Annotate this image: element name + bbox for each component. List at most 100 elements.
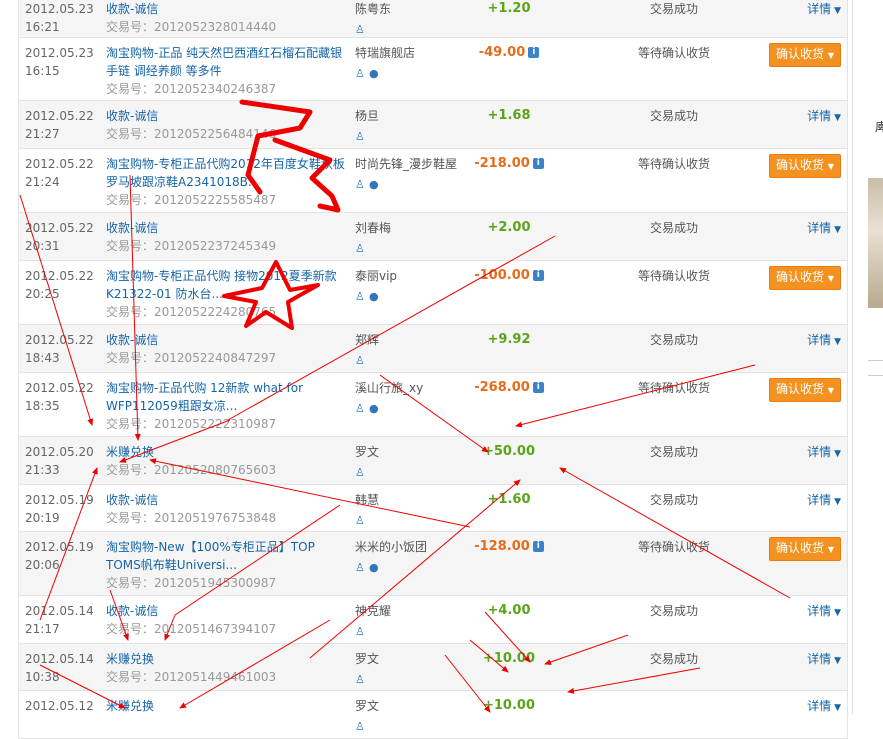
row-action: 详情 ▼	[807, 491, 841, 511]
row-party: 时尚先锋_漫步鞋屋 ♙ ●	[355, 155, 465, 193]
info-icon[interactable]: i	[532, 541, 544, 552]
confirm-receipt-button[interactable]: 确认收货 ▼	[769, 378, 841, 402]
details-link[interactable]: 详情 ▼	[807, 221, 841, 235]
user-add-icon[interactable]: ♙	[355, 24, 366, 35]
trade-number: 交易号：2012051945300987	[106, 576, 277, 590]
user-add-icon[interactable]: ♙	[355, 355, 366, 366]
transaction-title-link[interactable]: 收款-诚信	[106, 107, 346, 125]
status-text: 交易成功	[649, 2, 698, 16]
details-link[interactable]: 详情 ▼	[807, 699, 841, 713]
transaction-title-link[interactable]: 米赚兑换	[106, 443, 346, 461]
table-row: 2012.05.19 20:19 收款-诚信 交易号：2012051976753848…	[19, 485, 847, 532]
user-add-icon[interactable]: ♙	[355, 179, 366, 190]
status-text: 等待确认收货	[637, 46, 710, 60]
row-amount: +10.00	[482, 698, 535, 713]
row-title: 收款-诚信 交易号：2012051467394107	[106, 602, 346, 638]
transaction-title-link[interactable]: 收款-诚信	[106, 602, 346, 620]
row-date: 2012.05.22 18:43	[25, 333, 94, 365]
chat-icon[interactable]: ●	[369, 403, 380, 414]
user-add-icon[interactable]: ♙	[355, 721, 366, 732]
user-add-icon[interactable]: ♙	[355, 515, 366, 526]
row-party: 罗文 ♙	[355, 650, 465, 688]
details-link[interactable]: 详情 ▼	[807, 493, 841, 507]
info-icon[interactable]: i	[532, 158, 544, 169]
trade-number: 交易号：2012052237245349	[106, 239, 277, 253]
user-add-icon[interactable]: ♙	[355, 467, 366, 478]
user-add-icon[interactable]: ♙	[355, 291, 366, 302]
row-action: 详情 ▼	[807, 697, 841, 717]
counterparty-name: 罗文	[355, 699, 380, 713]
info-icon[interactable]: i	[532, 270, 544, 281]
party-icons: ♙	[355, 511, 465, 529]
counterparty-name: 罗文	[355, 445, 380, 459]
counterparty-name: 陈粤东	[355, 2, 392, 16]
counterparty-name: 泰丽vip	[355, 269, 398, 283]
transaction-title-link[interactable]: 收款-诚信	[106, 219, 346, 237]
transaction-title-link[interactable]: 收款-诚信	[106, 0, 346, 18]
dropdown-arrow-icon: ▼	[834, 337, 841, 347]
info-icon[interactable]: i	[532, 382, 544, 393]
chat-icon[interactable]: ●	[369, 562, 380, 573]
user-add-icon[interactable]: ♙	[355, 243, 366, 254]
user-add-icon[interactable]: ♙	[355, 562, 366, 573]
trade-number: 交易号：2012052328014440	[106, 20, 277, 34]
row-action: 详情 ▼	[807, 650, 841, 670]
status-text: 交易成功	[649, 445, 698, 459]
row-party: 陈粤东 ♙	[355, 0, 465, 38]
counterparty-name: 罗文	[355, 652, 380, 666]
details-link[interactable]: 详情 ▼	[807, 109, 841, 123]
details-link[interactable]: 详情 ▼	[807, 333, 841, 347]
details-link[interactable]: 详情 ▼	[807, 652, 841, 666]
right-side-panel: 庳	[852, 0, 883, 714]
counterparty-name: 韩慧	[355, 493, 380, 507]
transaction-title-link[interactable]: 收款-诚信	[106, 331, 346, 349]
confirm-receipt-button[interactable]: 确认收货 ▼	[769, 43, 841, 67]
details-link[interactable]: 详情 ▼	[807, 445, 841, 459]
party-icons: ♙	[355, 717, 465, 735]
trade-number: 交易号：2012052240847297	[106, 351, 277, 365]
row-title: 收款-诚信交易号：2012052240847297	[106, 331, 346, 367]
counterparty-name: 郑辉	[355, 333, 380, 347]
transaction-title-link[interactable]: 淘宝购物-专柜正品代购2012年百度女鞋秋板罗马坡跟凉鞋A2341018B...	[106, 155, 346, 191]
table-row: 2012.05.14 21:17 收款-诚信 交易号：2012051467394107…	[19, 596, 847, 644]
party-icons: ♙	[355, 622, 465, 640]
transaction-title-link[interactable]: 淘宝购物-专柜正品代购 接物2012夏季新款 K21322-01 防水台...	[106, 267, 346, 303]
row-party: 杨旦 ♙	[355, 107, 465, 145]
row-title: 收款-诚信 交易号：2012051976753848	[106, 491, 346, 527]
chat-icon[interactable]: ●	[369, 291, 380, 302]
confirm-receipt-button[interactable]: 确认收货 ▼	[769, 154, 841, 178]
row-date: 2012.05.23 16:21	[25, 2, 94, 34]
chat-icon[interactable]: ●	[369, 179, 380, 190]
info-icon[interactable]: i	[528, 47, 540, 58]
status-text: 交易成功	[649, 109, 698, 123]
user-add-icon[interactable]: ♙	[355, 131, 366, 142]
table-row: 2012.05.19 20:06 淘宝购物-New【100%专柜正品】TOP TOM…	[19, 532, 847, 596]
user-add-icon[interactable]: ♙	[355, 403, 366, 414]
trade-number: 交易号：2012052080765603	[106, 463, 277, 477]
chat-icon[interactable]: ●	[369, 68, 380, 79]
confirm-receipt-button[interactable]: 确认收货 ▼	[769, 537, 841, 561]
user-add-icon[interactable]: ♙	[355, 68, 366, 79]
transaction-title-link[interactable]: 米赚兑换	[106, 650, 346, 668]
row-amount: -218.00 i	[469, 155, 549, 173]
row-date: 2012.05.14 10:38	[25, 652, 94, 684]
row-date: 2012.05.14 21:17	[25, 604, 94, 636]
transaction-title-link[interactable]: 淘宝购物-New【100%专柜正品】TOP TOMS帆布鞋Universi...	[106, 538, 346, 574]
transaction-title-link[interactable]: 米赚兑换	[106, 697, 346, 715]
transaction-title-link[interactable]: 淘宝购物-正品 纯天然巴西酒红石榴石配藏银手链 调经养颜 等多件	[106, 44, 346, 80]
right-panel-image[interactable]	[868, 178, 883, 308]
user-add-icon[interactable]: ♙	[355, 626, 366, 637]
confirm-receipt-button[interactable]: 确认收货 ▼	[769, 266, 841, 290]
row-date: 2012.05.22 20:25	[25, 269, 94, 301]
row-action: 确认收货 ▼	[769, 378, 841, 402]
row-party: 郑辉 ♙	[355, 331, 465, 369]
details-link[interactable]: 详情 ▼	[807, 604, 841, 618]
user-add-icon[interactable]: ♙	[355, 674, 366, 685]
row-action: 详情 ▼	[807, 602, 841, 622]
transaction-title-link[interactable]: 收款-诚信	[106, 491, 346, 509]
row-title: 米赚兑换 交易号：2012051449461003	[106, 650, 346, 686]
details-link[interactable]: 详情 ▼	[807, 2, 841, 16]
transaction-title-link[interactable]: 淘宝购物-正品代购 12新款 what for WFP112059粗跟女凉...	[106, 379, 346, 415]
party-icons: ♙	[355, 670, 465, 688]
row-party: 米米的小饭团 ♙ ●	[355, 538, 465, 576]
